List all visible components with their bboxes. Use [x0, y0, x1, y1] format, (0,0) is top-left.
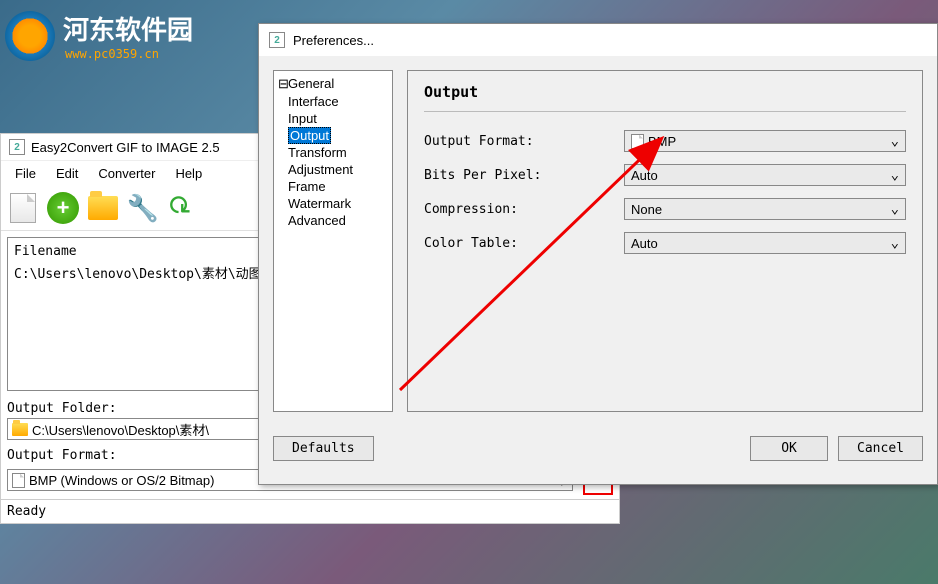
preferences-title: Preferences... — [293, 33, 374, 48]
pref-format-label: Output Format: — [424, 134, 624, 149]
preferences-dialog: 2 Preferences... ⊟General Interface Inpu… — [258, 23, 938, 485]
tree-item-watermark[interactable]: Watermark — [276, 195, 390, 212]
pref-row-compression: Compression: None — [424, 198, 906, 220]
document-icon — [631, 134, 644, 149]
pref-bpp-label: Bits Per Pixel: — [424, 168, 624, 183]
toolbar-new[interactable] — [5, 190, 41, 226]
menu-file[interactable]: File — [5, 163, 46, 184]
toolbar-add[interactable]: + — [45, 190, 81, 226]
pref-bpp-select[interactable]: Auto — [624, 164, 906, 186]
ok-button[interactable]: OK — [750, 436, 828, 461]
defaults-button[interactable]: Defaults — [273, 436, 374, 461]
pref-colortable-select[interactable]: Auto — [624, 232, 906, 254]
watermark-icon — [5, 11, 55, 61]
preferences-tree[interactable]: ⊟General Interface Input Output Transfor… — [273, 70, 393, 412]
preferences-content: Output Output Format: BMP Bits Per Pixel… — [407, 70, 923, 412]
pref-row-colortable: Color Table: Auto — [424, 232, 906, 254]
tree-item-adjustment[interactable]: Adjustment — [276, 161, 390, 178]
folder-icon — [88, 196, 118, 220]
document-icon — [10, 193, 36, 223]
toolbar-open[interactable] — [85, 190, 121, 226]
pref-format-select[interactable]: BMP — [624, 130, 906, 152]
pref-row-format: Output Format: BMP — [424, 130, 906, 152]
preferences-titlebar: 2 Preferences... — [259, 24, 937, 56]
cancel-button[interactable]: Cancel — [838, 436, 923, 461]
watermark-text: 河东软件园 — [63, 10, 193, 47]
toolbar-settings[interactable]: 🔧 — [125, 190, 161, 226]
tree-item-transform[interactable]: Transform — [276, 144, 390, 161]
document-icon — [12, 473, 25, 488]
statusbar: Ready — [1, 499, 619, 523]
preferences-heading: Output — [424, 83, 906, 112]
menu-converter[interactable]: Converter — [88, 163, 165, 184]
tree-item-advanced[interactable]: Advanced — [276, 212, 390, 229]
pref-bpp-value: Auto — [631, 168, 658, 183]
tree-item-output[interactable]: Output — [276, 127, 390, 144]
output-format-value: BMP (Windows or OS/2 Bitmap) — [29, 473, 214, 488]
menu-edit[interactable]: Edit — [46, 163, 88, 184]
app-icon: 2 — [9, 139, 25, 155]
preferences-buttons: Defaults OK Cancel — [259, 426, 937, 471]
pref-colortable-value: Auto — [631, 236, 658, 251]
plus-icon: + — [47, 192, 79, 224]
folder-icon — [12, 423, 28, 436]
tree-item-general[interactable]: ⊟General — [276, 75, 390, 93]
watermark-url: www.pc0359.cn — [65, 47, 193, 61]
tree-item-interface[interactable]: Interface — [276, 93, 390, 110]
main-title: Easy2Convert GIF to IMAGE 2.5 — [31, 140, 220, 155]
output-folder-value: C:\Users\lenovo\Desktop\素材\ — [32, 420, 209, 439]
pref-compression-select[interactable]: None — [624, 198, 906, 220]
refresh-icon: ⟳ — [162, 187, 204, 229]
pref-row-bpp: Bits Per Pixel: Auto — [424, 164, 906, 186]
tree-item-frame[interactable]: Frame — [276, 178, 390, 195]
pref-compression-label: Compression: — [424, 202, 624, 217]
pref-format-value: BMP — [648, 134, 676, 149]
watermark-logo: 河东软件园 www.pc0359.cn — [5, 10, 193, 61]
pref-compression-value: None — [631, 202, 662, 217]
app-icon: 2 — [269, 32, 285, 48]
menu-help[interactable]: Help — [165, 163, 212, 184]
wrench-icon: 🔧 — [127, 193, 159, 224]
pref-colortable-label: Color Table: — [424, 236, 624, 251]
toolbar-refresh[interactable]: ⟳ — [165, 190, 201, 226]
tree-item-input[interactable]: Input — [276, 110, 390, 127]
